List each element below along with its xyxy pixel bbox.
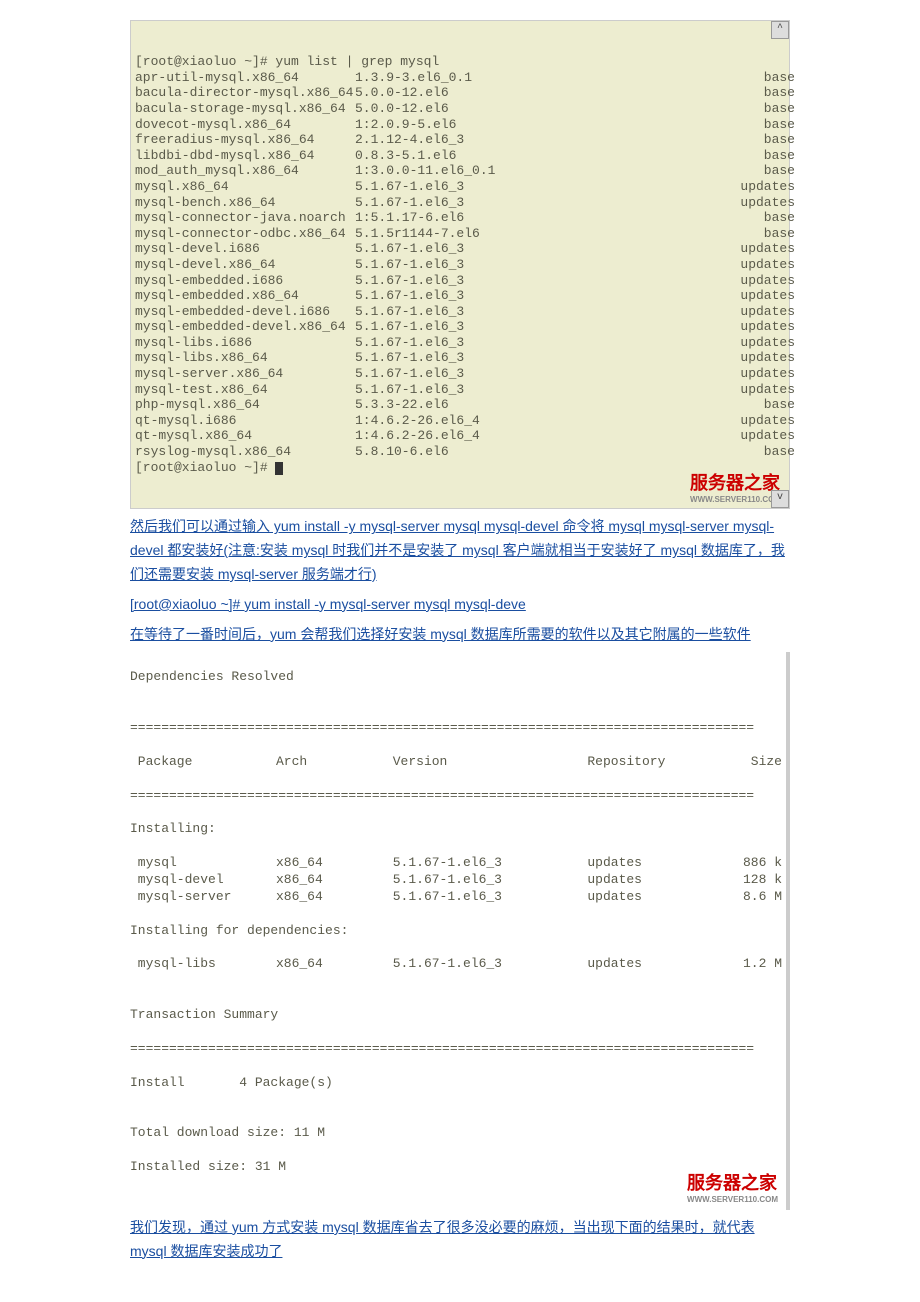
terminal-cursor	[275, 462, 283, 475]
package-row: mysql-libs.i6865.1.67-1.el6_3updates	[135, 335, 785, 351]
deps-divider: ========================================…	[130, 720, 782, 737]
package-row: mysql-test.x86_645.1.67-1.el6_3updates	[135, 382, 785, 398]
installing-deps-label: Installing for dependencies:	[130, 923, 782, 940]
package-row: mysql-connector-odbc.x86_645.1.5r1144-7.…	[135, 226, 785, 242]
scroll-up-icon: ^	[771, 21, 789, 39]
dependencies-output: Dependencies Resolved ==================…	[130, 652, 790, 1209]
package-row: mysql-embedded.x86_645.1.67-1.el6_3updat…	[135, 288, 785, 304]
deps-title: Dependencies Resolved	[130, 669, 782, 686]
package-row: mod_auth_mysql.x86_641:3.0.0-11.el6_0.1b…	[135, 163, 785, 179]
package-row: mysql-embedded-devel.x86_645.1.67-1.el6_…	[135, 319, 785, 335]
install-count: Install 4 Package(s)	[130, 1075, 782, 1092]
package-row: mysql-bench.x86_645.1.67-1.el6_3updates	[135, 195, 785, 211]
package-row: mysql-connector-java.noarch1:5.1.17-6.el…	[135, 210, 785, 226]
watermark: 服务器之家WWW.SERVER110.COM	[690, 473, 781, 504]
package-row: mysql.x86_645.1.67-1.el6_3updates	[135, 179, 785, 195]
command-line: [root@xiaoluo ~]# yum install -y mysql-s…	[130, 593, 790, 617]
package-row: mysql-devel.x86_645.1.67-1.el6_3updates	[135, 257, 785, 273]
deps-row: mysql-libsx86_645.1.67-1.el6_3updates1.2…	[130, 956, 782, 973]
package-row: qt-mysql.x86_641:4.6.2-26.el6_4updates	[135, 428, 785, 444]
package-row: freeradius-mysql.x86_642.1.12-4.el6_3bas…	[135, 132, 785, 148]
terminal-end-prompt: [root@xiaoluo ~]#	[135, 460, 275, 475]
explanation-paragraph-1: 然后我们可以通过输入 yum install -y mysql-server m…	[130, 515, 790, 586]
installing-label: Installing:	[130, 821, 782, 838]
package-row: mysql-embedded.i6865.1.67-1.el6_3updates	[135, 273, 785, 289]
package-row: mysql-devel.i6865.1.67-1.el6_3updates	[135, 241, 785, 257]
package-row: apr-util-mysql.x86_641.3.9-3.el6_0.1base	[135, 70, 785, 86]
package-row: php-mysql.x86_645.3.3-22.el6base	[135, 397, 785, 413]
package-row: dovecot-mysql.x86_641:2.0.9-5.el6base	[135, 117, 785, 133]
deps-header-row: PackageArchVersionRepositorySize	[130, 754, 782, 771]
explanation-paragraph-2: 在等待了一番时间后，yum 会帮我们选择好安装 mysql 数据库所需要的软件以…	[130, 623, 790, 647]
package-row: libdbi-dbd-mysql.x86_640.8.3-5.1.el6base	[135, 148, 785, 164]
package-row: qt-mysql.i6861:4.6.2-26.el6_4updates	[135, 413, 785, 429]
terminal-prompt: [root@xiaoluo ~]# yum list | grep mysql	[135, 54, 439, 69]
terminal-output-yum-list: ^ [root@xiaoluo ~]# yum list | grep mysq…	[130, 20, 790, 509]
deps-row: mysqlx86_645.1.67-1.el6_3updates886 k	[130, 855, 782, 872]
download-size: Total download size: 11 M	[130, 1125, 782, 1142]
package-row: rsyslog-mysql.x86_645.8.10-6.el6base	[135, 444, 785, 460]
transaction-summary: Transaction Summary	[130, 1007, 782, 1024]
package-row: mysql-libs.x86_645.1.67-1.el6_3updates	[135, 350, 785, 366]
deps-row: mysql-serverx86_645.1.67-1.el6_3updates8…	[130, 889, 782, 906]
package-row: bacula-storage-mysql.x86_645.0.0-12.el6b…	[135, 101, 785, 117]
package-row: mysql-embedded-devel.i6865.1.67-1.el6_3u…	[135, 304, 785, 320]
explanation-paragraph-3: 我们发现，通过 yum 方式安装 mysql 数据库省去了很多没必要的麻烦，当出…	[130, 1216, 790, 1264]
installed-size: Installed size: 31 M	[130, 1159, 782, 1176]
scroll-down-icon: v	[771, 490, 789, 508]
package-row: bacula-director-mysql.x86_645.0.0-12.el6…	[135, 85, 785, 101]
package-row: mysql-server.x86_645.1.67-1.el6_3updates	[135, 366, 785, 382]
deps-divider: ========================================…	[130, 1041, 782, 1058]
deps-divider: ========================================…	[130, 788, 782, 805]
watermark: 服务器之家WWW.SERVER110.COM	[687, 1172, 778, 1206]
deps-row: mysql-develx86_645.1.67-1.el6_3updates12…	[130, 872, 782, 889]
